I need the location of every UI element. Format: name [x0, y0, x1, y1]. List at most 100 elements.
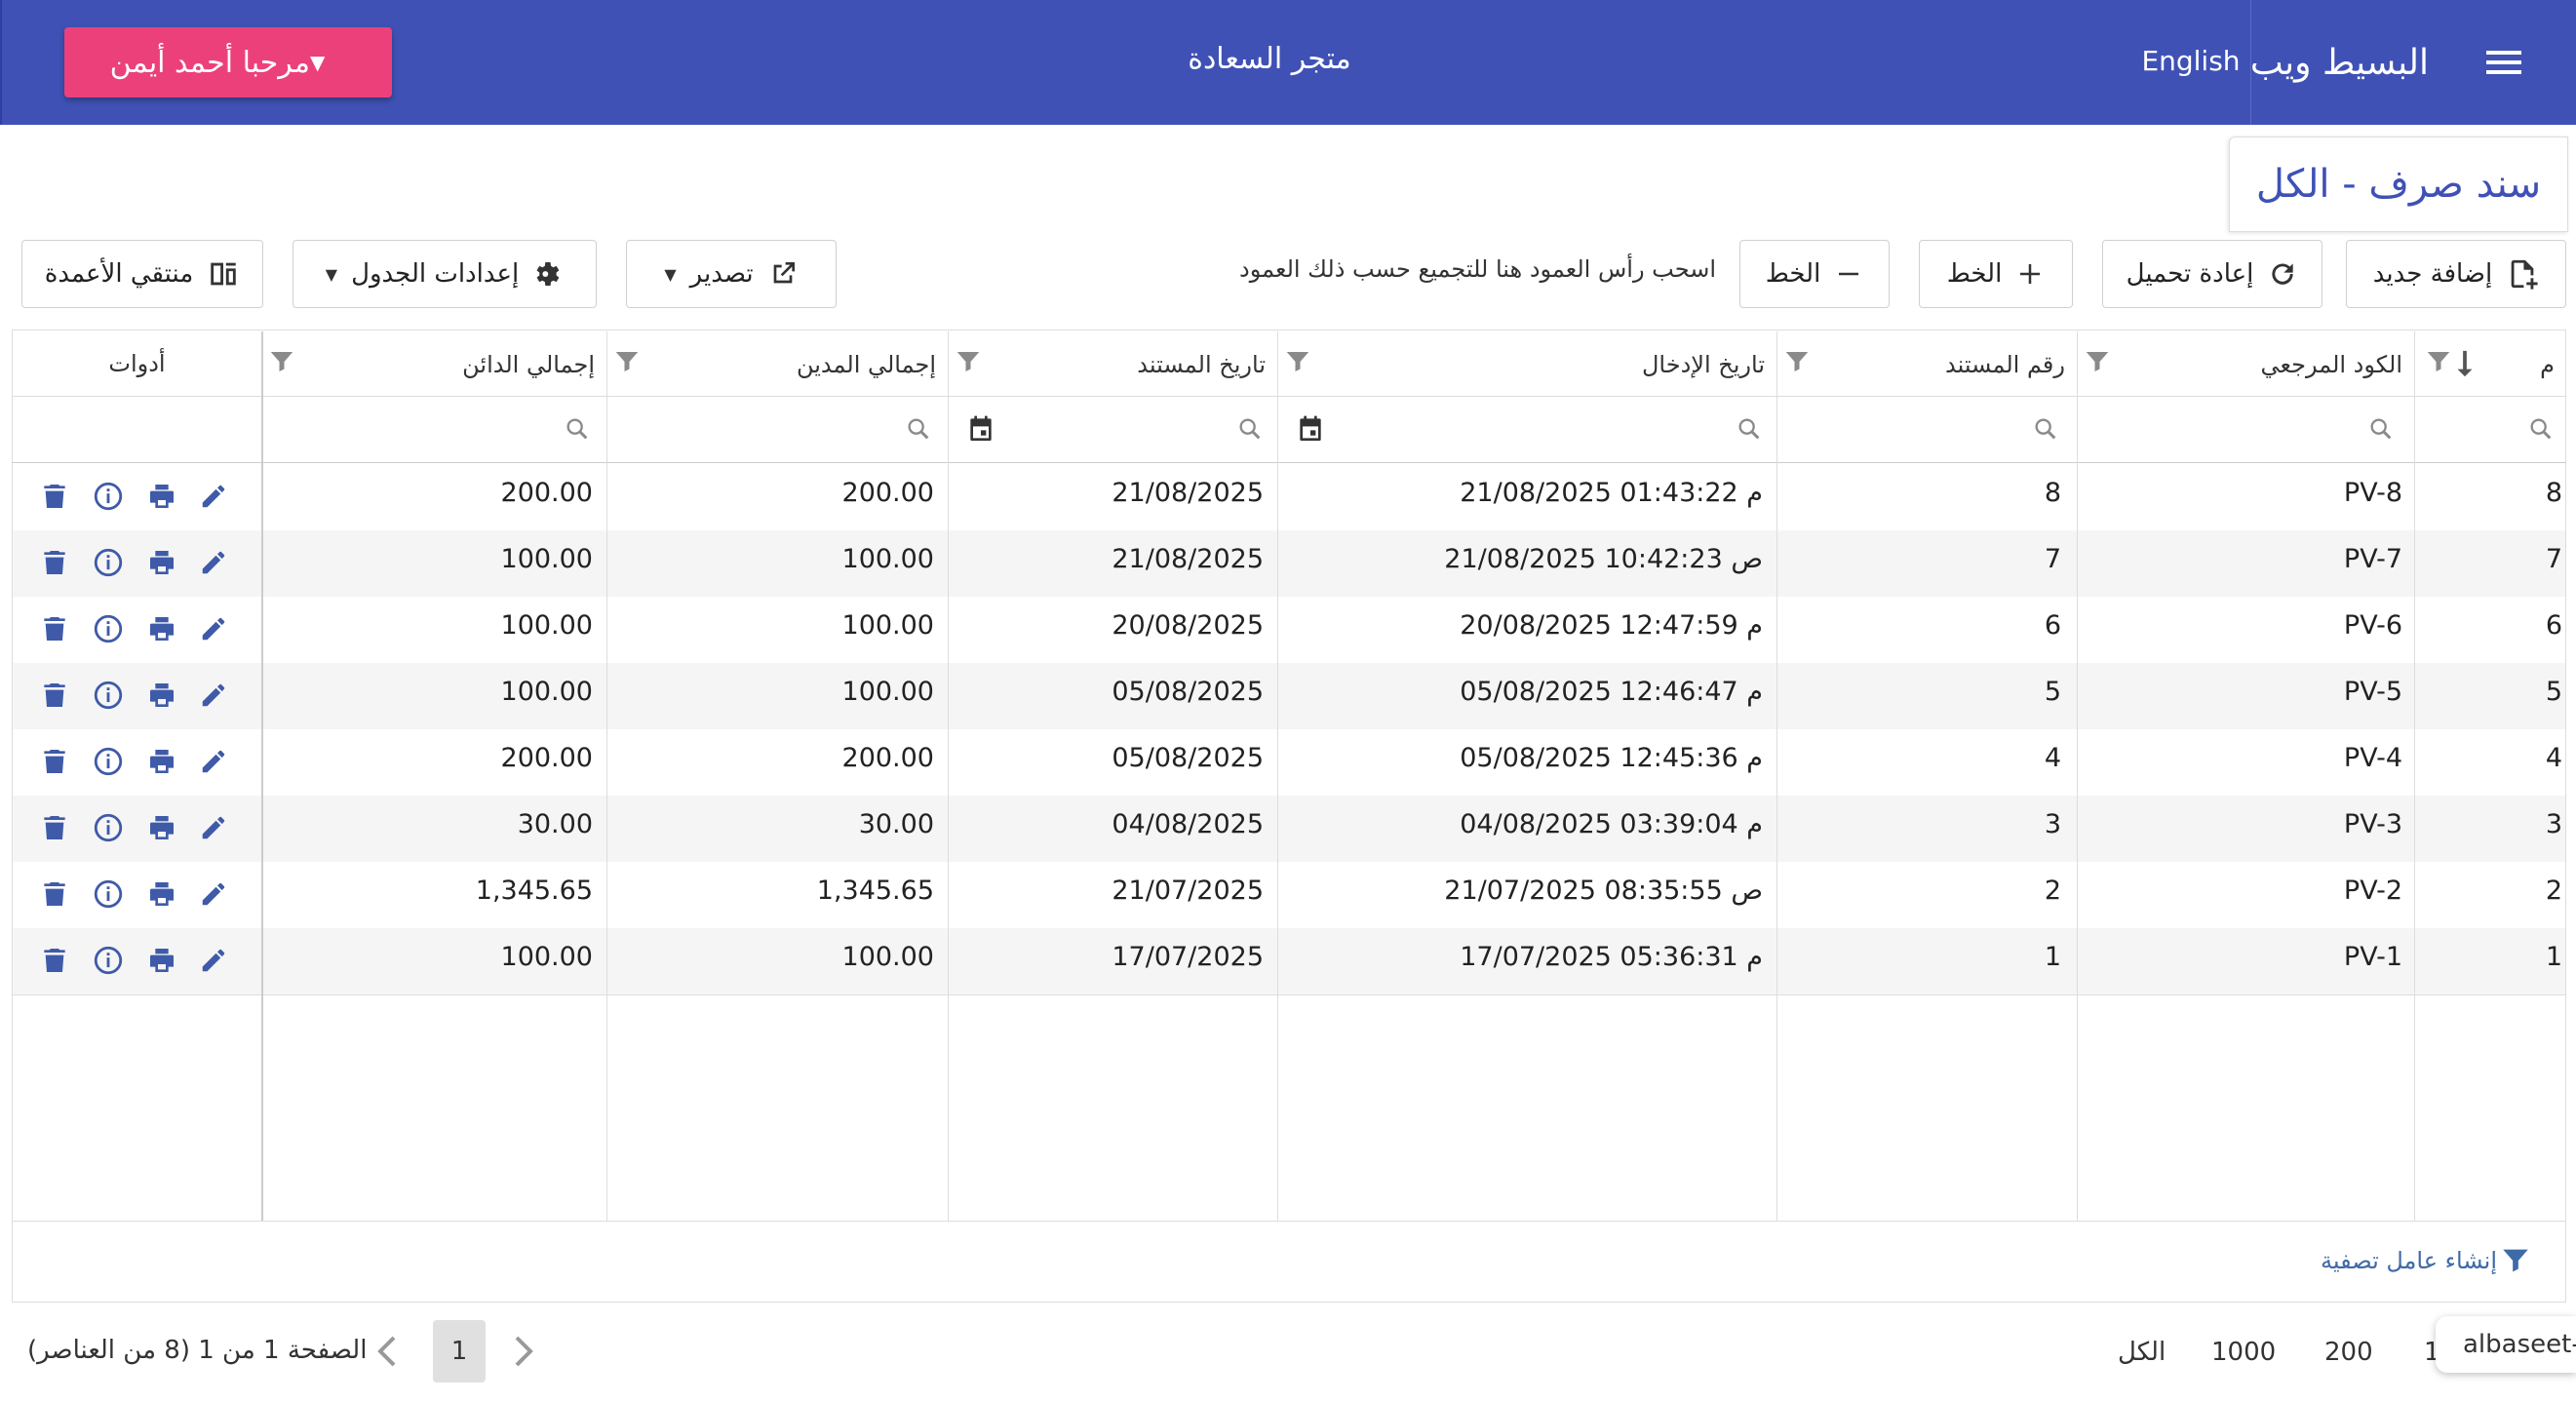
table-row[interactable] [13, 796, 2565, 862]
filter-cell-doc-date[interactable] [948, 398, 1277, 460]
edit-icon[interactable] [199, 681, 228, 710]
print-icon[interactable] [146, 481, 177, 512]
font-decrease-button[interactable]: الخط [1739, 240, 1890, 308]
edit-icon[interactable] [199, 946, 228, 975]
filter-cell-entry-date[interactable] [1277, 398, 1776, 460]
delete-icon[interactable] [39, 878, 70, 910]
filter-icon[interactable] [2083, 347, 2112, 376]
export-label: تصدير [689, 259, 754, 289]
table-row[interactable] [13, 597, 2565, 663]
delete-icon[interactable] [39, 812, 70, 843]
print-icon[interactable] [146, 547, 177, 578]
filter-cell-ref-code[interactable] [2077, 398, 2414, 460]
menu-icon[interactable] [2477, 39, 2531, 86]
cell-total-credit: 100.00 [500, 544, 593, 574]
page-size-1000[interactable]: 1000 [2211, 1338, 2276, 1367]
filter-cell-index[interactable] [2414, 398, 2566, 460]
edit-icon[interactable] [199, 482, 228, 511]
edit-icon[interactable] [199, 614, 228, 643]
cell-index: 2 [2545, 876, 2562, 906]
cell-entry-date: 17/07/2025 05:36:31 م [1460, 942, 1763, 972]
add-file-icon [2506, 257, 2539, 291]
user-menu-button[interactable]: مرحبا أحمد أيمن ▼ [64, 27, 392, 97]
add-new-button[interactable]: إضافة جديد [2346, 240, 2566, 308]
print-icon[interactable] [146, 812, 177, 843]
header-total-credit-label: إجمالي الدائن [462, 351, 595, 378]
header-entry-date[interactable]: تاريخ الإدخال [1277, 331, 1776, 396]
caret-down-icon: ▼ [325, 264, 338, 284]
print-icon[interactable] [146, 746, 177, 777]
print-icon[interactable] [146, 945, 177, 976]
info-icon[interactable] [92, 811, 125, 844]
chevron-left-icon[interactable] [374, 1334, 402, 1369]
print-icon[interactable] [146, 680, 177, 711]
table-row[interactable] [13, 729, 2565, 796]
page-number-button[interactable]: 1 [433, 1320, 486, 1383]
edit-icon[interactable] [199, 747, 228, 776]
cell-doc-date: 05/08/2025 [1112, 743, 1264, 773]
delete-icon[interactable] [39, 481, 70, 512]
table-row[interactable] [13, 464, 2565, 530]
header-divider [12, 396, 2566, 397]
row-tools [39, 944, 228, 977]
filter-icon[interactable] [267, 347, 296, 376]
font-increase-button[interactable]: الخط [1919, 240, 2073, 308]
header-index[interactable]: م [2414, 331, 2566, 396]
table-row[interactable] [13, 928, 2565, 994]
info-icon[interactable] [92, 612, 125, 645]
table-row[interactable] [13, 862, 2565, 928]
filter-cell-total-debit[interactable] [606, 398, 948, 460]
info-icon[interactable] [92, 745, 125, 778]
filter-cell-total-credit[interactable] [261, 398, 606, 460]
print-icon[interactable] [146, 878, 177, 910]
edit-icon[interactable] [199, 813, 228, 842]
search-icon [2032, 415, 2059, 443]
export-button[interactable]: تصدير ▼ [626, 240, 837, 308]
delete-icon[interactable] [39, 613, 70, 644]
edit-icon[interactable] [199, 879, 228, 909]
header-total-debit[interactable]: إجمالي المدين [606, 331, 948, 396]
cell-total-debit: 100.00 [841, 677, 934, 707]
chevron-right-icon[interactable] [509, 1334, 536, 1369]
filter-icon[interactable] [954, 347, 983, 376]
cell-ref-code: PV-2 [2343, 876, 2402, 906]
info-icon[interactable] [92, 679, 125, 712]
language-toggle[interactable]: English [2137, 37, 2244, 84]
print-icon[interactable] [146, 613, 177, 644]
sort-descending-icon[interactable] [2455, 349, 2475, 378]
cell-ref-code: PV-7 [2343, 544, 2402, 574]
table-row[interactable] [13, 663, 2565, 729]
info-icon[interactable] [92, 877, 125, 911]
delete-icon[interactable] [39, 547, 70, 578]
page-size-200[interactable]: 200 [2324, 1338, 2373, 1367]
filter-icon[interactable] [1283, 347, 1312, 376]
brand[interactable]: البسيط ويب [2250, 0, 2429, 125]
calendar-icon[interactable] [965, 413, 996, 445]
column-chooser-label: منتقي الأعمدة [44, 259, 194, 289]
filter-icon[interactable] [1782, 347, 1812, 376]
info-icon[interactable] [92, 480, 125, 513]
table-row[interactable] [13, 530, 2565, 597]
header-doc-date[interactable]: تاريخ المستند [948, 331, 1277, 396]
header-doc-no[interactable]: رقم المستند [1776, 331, 2077, 396]
info-icon[interactable] [92, 944, 125, 977]
filter-cell-doc-no[interactable] [1776, 398, 2077, 460]
delete-icon[interactable] [39, 945, 70, 976]
column-chooser-button[interactable]: منتقي الأعمدة [21, 240, 263, 308]
delete-icon[interactable] [39, 680, 70, 711]
cell-entry-date: 21/08/2025 10:42:23 ص [1444, 544, 1763, 574]
reload-button[interactable]: إعادة تحميل [2102, 240, 2322, 308]
cell-total-debit: 100.00 [841, 544, 934, 574]
header-total-credit[interactable]: إجمالي الدائن [261, 331, 606, 396]
cell-entry-date: 05/08/2025 12:46:47 م [1460, 677, 1763, 707]
info-icon[interactable] [92, 546, 125, 579]
header-ref-code[interactable]: الكود المرجعي [2077, 331, 2414, 396]
filter-icon[interactable] [2424, 347, 2453, 376]
delete-icon[interactable] [39, 746, 70, 777]
table-settings-button[interactable]: إعدادات الجدول ▼ [293, 240, 597, 308]
page-size-all[interactable]: الكل [2118, 1338, 2166, 1367]
edit-icon[interactable] [199, 548, 228, 577]
create-filter-link[interactable]: إنشاء عامل تصفية [2321, 1244, 2532, 1277]
calendar-icon[interactable] [1295, 413, 1326, 445]
filter-icon[interactable] [612, 347, 642, 376]
